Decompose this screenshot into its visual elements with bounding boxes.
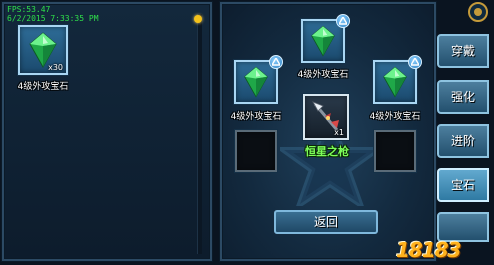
scrollbar-knob[interactable]: [194, 15, 202, 23]
gem-label-right: 4级外攻宝石: [369, 112, 421, 122]
gem-slot-right[interactable]: [373, 55, 422, 104]
debug-datetime: 6/2/2015 7:33:35 PM: [7, 14, 99, 23]
tab-wear[interactable]: 穿戴: [437, 34, 489, 68]
upgrade-arrow-icon[interactable]: [336, 14, 350, 28]
green-gem-icon: [311, 25, 335, 57]
weapon-slot[interactable]: x1: [303, 94, 349, 140]
item-label: 4级外攻宝石: [17, 82, 69, 92]
corner-ornament: [448, 0, 492, 30]
watermark-logo: 18183: [396, 238, 462, 262]
tab-gem[interactable]: 宝石: [437, 168, 489, 202]
scrollbar-track[interactable]: [197, 14, 202, 254]
return-button[interactable]: 返回: [274, 210, 378, 234]
inventory-panel: FPS:53.47 6/2/2015 7:33:35 PM x30 4级外攻宝石: [2, 2, 212, 261]
upgrade-arrow-icon[interactable]: [408, 55, 422, 69]
green-gem-icon: [383, 66, 407, 98]
gem-slot-left[interactable]: [234, 55, 283, 104]
gem-slot-empty-right[interactable]: [374, 130, 416, 172]
gem-label-left: 4级外攻宝石: [230, 112, 282, 122]
green-gem-icon: [244, 66, 268, 98]
gem-slot-empty-left[interactable]: [235, 130, 277, 172]
weapon-count: x1: [334, 128, 344, 137]
fps-counter: FPS:53.47: [7, 5, 51, 14]
tab-advance[interactable]: 进阶: [437, 124, 489, 158]
inventory-slot[interactable]: x30: [18, 25, 68, 75]
tab-enhance[interactable]: 强化: [437, 80, 489, 114]
gem-label-top: 4级外攻宝石: [297, 70, 349, 80]
weapon-name: 恒星之枪: [305, 145, 349, 158]
item-count: x30: [48, 63, 63, 72]
upgrade-arrow-icon[interactable]: [269, 55, 283, 69]
gem-slot-top[interactable]: [301, 14, 350, 63]
